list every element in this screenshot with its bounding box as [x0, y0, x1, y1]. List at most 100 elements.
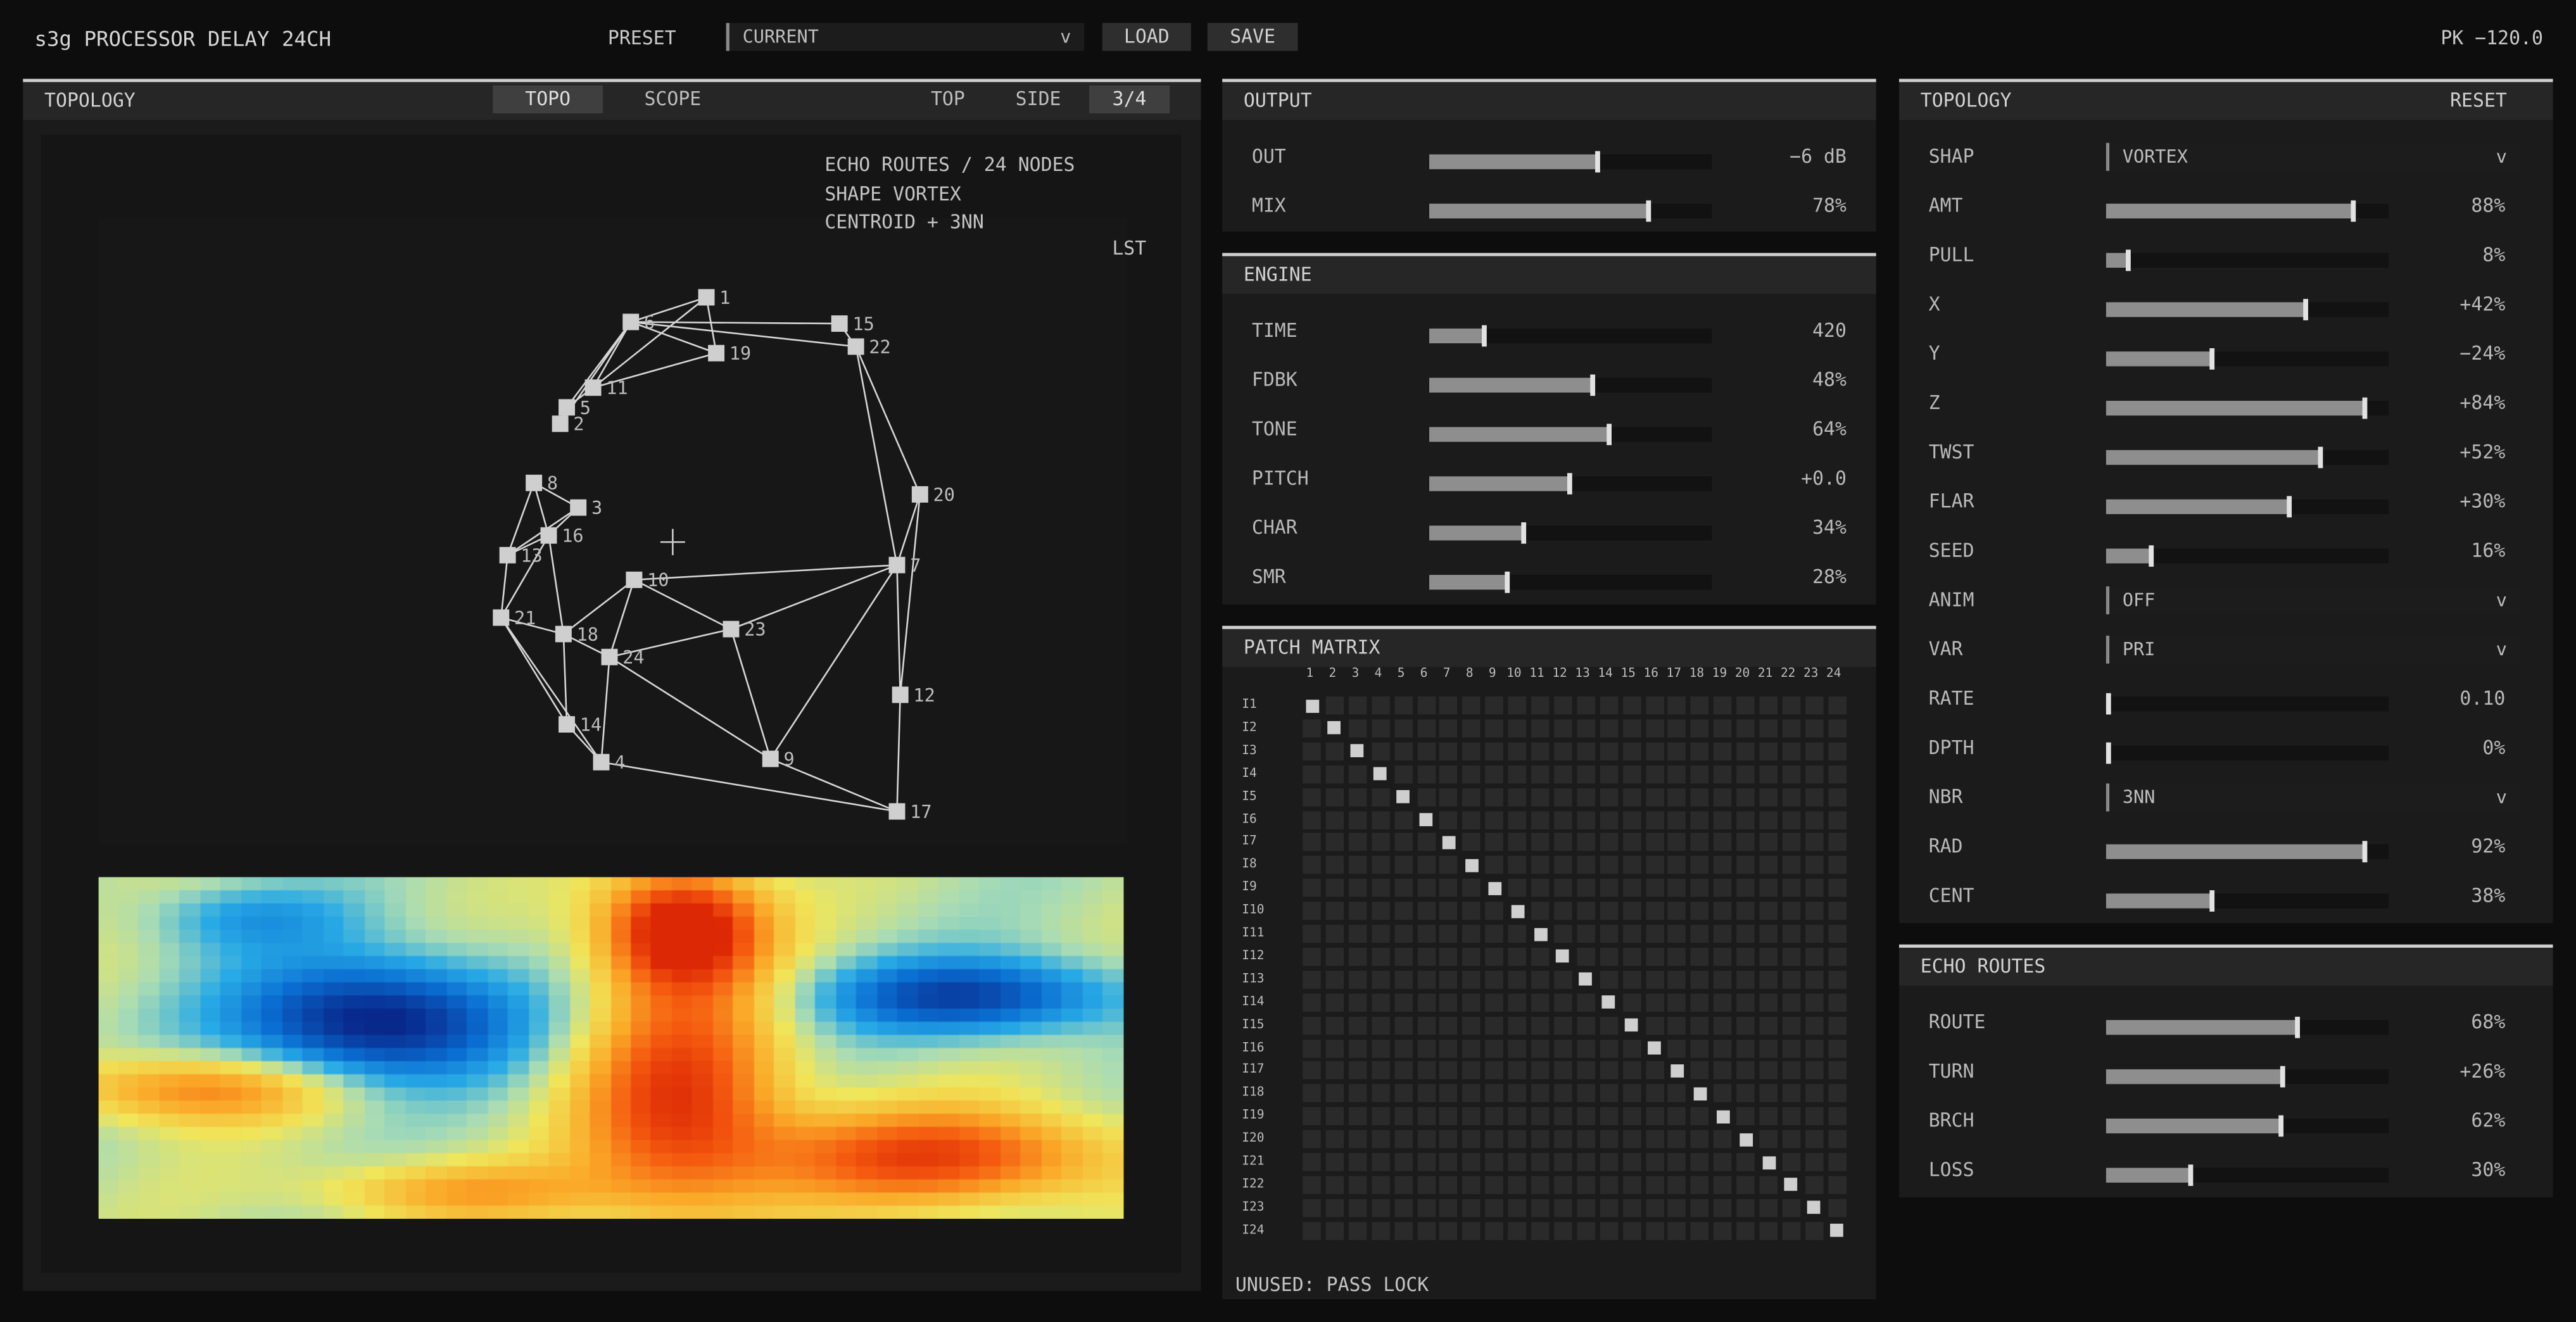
matrix-cell[interactable] [1805, 1130, 1824, 1149]
matrix-cell[interactable] [1417, 1153, 1436, 1171]
matrix-cell[interactable] [1485, 856, 1504, 874]
matrix-cell[interactable] [1577, 1016, 1595, 1035]
graph-node[interactable] [570, 499, 587, 516]
matrix-cell[interactable] [1645, 1085, 1664, 1103]
matrix-cell[interactable] [1325, 1038, 1344, 1057]
matrix-cell[interactable] [1714, 993, 1732, 1012]
save-button[interactable]: SAVE [1207, 23, 1298, 51]
matrix-cell[interactable] [1600, 1038, 1618, 1057]
matrix-cell[interactable] [1462, 993, 1481, 1012]
matrix-cell[interactable] [1622, 1130, 1641, 1149]
slider-handle[interactable] [2363, 841, 2368, 863]
matrix-cell[interactable] [1668, 1130, 1686, 1149]
matrix-cell[interactable] [1485, 1221, 1504, 1240]
matrix-cell[interactable] [1736, 970, 1755, 989]
matrix-cell[interactable] [1462, 696, 1481, 715]
matrix-cell-active[interactable] [1601, 995, 1615, 1009]
matrix-cell[interactable] [1668, 970, 1686, 989]
matrix-cell[interactable] [1577, 1130, 1595, 1149]
matrix-cell[interactable] [1736, 1038, 1755, 1057]
matrix-cell[interactable] [1303, 947, 1321, 966]
matrix-cell-active[interactable] [1556, 950, 1570, 964]
matrix-cell[interactable] [1371, 1176, 1389, 1194]
matrix-cell[interactable] [1736, 833, 1755, 852]
matrix-cell[interactable] [1736, 1221, 1755, 1240]
engine-slider-time[interactable] [1429, 325, 1712, 347]
matrix-cell[interactable] [1325, 856, 1344, 874]
slider-handle[interactable] [1482, 325, 1487, 347]
matrix-cell[interactable] [1736, 856, 1755, 874]
matrix-cell[interactable] [1348, 856, 1367, 874]
matrix-cell[interactable] [1645, 947, 1664, 966]
matrix-cell[interactable] [1759, 788, 1778, 806]
matrix-cell[interactable] [1417, 856, 1436, 874]
matrix-cell[interactable] [1325, 1199, 1344, 1217]
matrix-cell-active[interactable] [1510, 904, 1524, 918]
matrix-cell[interactable] [1371, 902, 1389, 921]
matrix-cell[interactable] [1600, 1016, 1618, 1035]
matrix-cell[interactable] [1553, 1221, 1572, 1240]
matrix-cell[interactable] [1348, 1199, 1367, 1217]
matrix-cell[interactable] [1394, 1107, 1413, 1126]
matrix-cell[interactable] [1394, 1085, 1413, 1103]
matrix-cell[interactable] [1782, 856, 1801, 874]
matrix-cell[interactable] [1417, 742, 1436, 760]
matrix-cell[interactable] [1782, 719, 1801, 738]
matrix-cell[interactable] [1462, 810, 1481, 829]
matrix-cell[interactable] [1485, 765, 1504, 783]
matrix-cell[interactable] [1348, 719, 1367, 738]
matrix-cell[interactable] [1394, 1153, 1413, 1171]
matrix-cell[interactable] [1348, 924, 1367, 943]
matrix-cell[interactable] [1508, 833, 1527, 852]
matrix-cell-active[interactable] [1487, 881, 1501, 895]
slider-handle[interactable] [1595, 151, 1601, 173]
matrix-cell[interactable] [1782, 902, 1801, 921]
matrix-cell[interactable] [1577, 856, 1595, 874]
matrix-cell[interactable] [1759, 833, 1778, 852]
matrix-cell[interactable] [1805, 993, 1824, 1012]
engine-slider-fdbk[interactable] [1429, 374, 1712, 396]
matrix-cell[interactable] [1553, 765, 1572, 783]
matrix-cell[interactable] [1531, 1085, 1550, 1103]
matrix-cell[interactable] [1508, 1016, 1527, 1035]
matrix-cell-active[interactable] [1784, 1178, 1798, 1192]
matrix-cell[interactable] [1325, 1153, 1344, 1171]
matrix-cell[interactable] [1485, 1061, 1504, 1080]
graph-node[interactable] [762, 750, 779, 767]
matrix-cell[interactable] [1645, 810, 1664, 829]
matrix-cell[interactable] [1782, 765, 1801, 783]
matrix-cell[interactable] [1668, 833, 1686, 852]
matrix-cell[interactable] [1462, 1061, 1481, 1080]
matrix-cell[interactable] [1508, 742, 1527, 760]
matrix-cell[interactable] [1417, 1038, 1436, 1057]
matrix-cell[interactable] [1371, 833, 1389, 852]
matrix-cell[interactable] [1828, 1061, 1847, 1080]
matrix-cell-active[interactable] [1693, 1086, 1707, 1100]
matrix-cell[interactable] [1600, 1176, 1618, 1194]
slider-handle[interactable] [2106, 742, 2111, 764]
graph-node[interactable] [601, 648, 618, 665]
matrix-cell[interactable] [1782, 1016, 1801, 1035]
matrix-cell[interactable] [1645, 765, 1664, 783]
matrix-cell[interactable] [1371, 1085, 1389, 1103]
matrix-cell[interactable] [1736, 696, 1755, 715]
matrix-cell[interactable] [1782, 970, 1801, 989]
matrix-cell[interactable] [1622, 810, 1641, 829]
matrix-cell[interactable] [1577, 1199, 1595, 1217]
matrix-cell[interactable] [1645, 696, 1664, 715]
matrix-cell[interactable] [1553, 1085, 1572, 1103]
matrix-cell[interactable] [1394, 1176, 1413, 1194]
matrix-cell[interactable] [1553, 696, 1572, 715]
matrix-cell[interactable] [1736, 879, 1755, 897]
matrix-cell[interactable] [1577, 902, 1595, 921]
matrix-cell[interactable] [1828, 810, 1847, 829]
matrix-cell[interactable] [1600, 856, 1618, 874]
matrix-cell[interactable] [1782, 833, 1801, 852]
matrix-cell[interactable] [1622, 947, 1641, 966]
matrix-cell[interactable] [1759, 742, 1778, 760]
matrix-cell[interactable] [1553, 879, 1572, 897]
matrix-cell[interactable] [1828, 742, 1847, 760]
engine-slider-smr[interactable] [1429, 571, 1712, 593]
matrix-cell[interactable] [1805, 1038, 1824, 1057]
matrix-cell[interactable] [1348, 970, 1367, 989]
